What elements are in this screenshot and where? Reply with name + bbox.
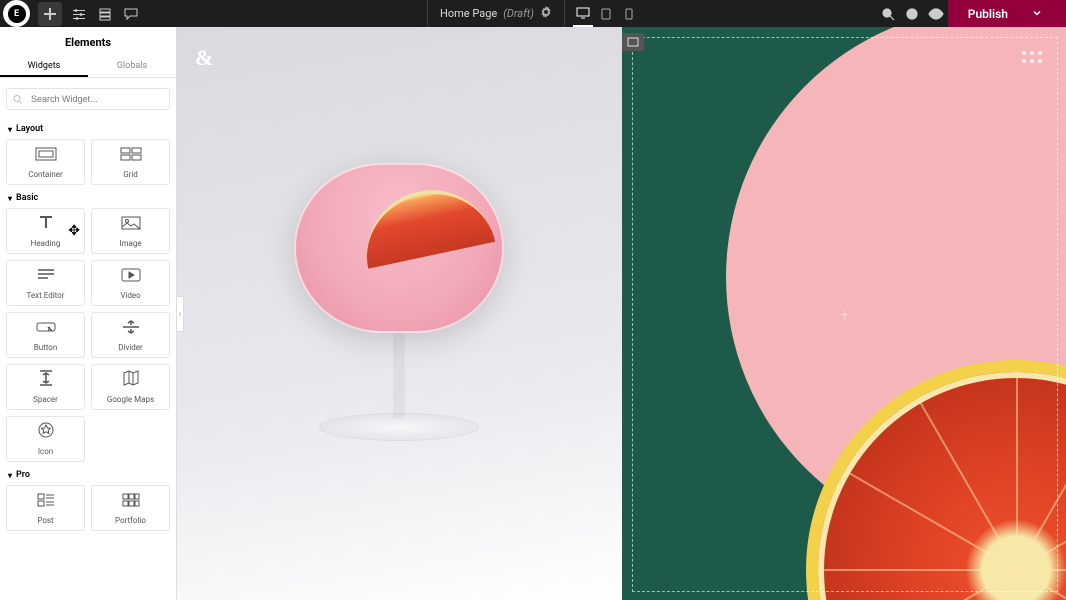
widget-button[interactable]: Button	[6, 312, 85, 358]
device-tablet[interactable]	[596, 0, 616, 27]
text-editor-icon	[37, 267, 55, 286]
spacer-icon	[39, 370, 53, 390]
comment-icon[interactable]	[119, 2, 143, 26]
tab-globals[interactable]: Globals	[88, 55, 176, 77]
responsive-tabs	[573, 0, 639, 27]
image-icon	[121, 215, 141, 234]
move-cursor-icon: ✥	[68, 223, 80, 239]
preview-icon[interactable]	[924, 2, 948, 26]
widget-video[interactable]: Video	[91, 260, 170, 306]
top-bar: E Home Page (Draft)	[0, 0, 1066, 27]
structure-icon[interactable]	[93, 2, 117, 26]
map-icon	[123, 370, 139, 390]
post-icon	[37, 492, 55, 511]
canvas-column-right[interactable]: +	[622, 27, 1066, 600]
drag-handle-icon[interactable]	[1022, 51, 1042, 63]
container-icon	[35, 146, 57, 165]
publish-label: Publish	[968, 7, 1008, 21]
search-icon[interactable]	[876, 2, 900, 26]
elements-panel: Elements Widgets Globals ▾ Layout Contai…	[0, 27, 177, 600]
cocktail-image	[294, 163, 504, 441]
caret-down-icon: ▾	[8, 125, 12, 134]
video-icon	[121, 267, 141, 286]
widget-text-editor[interactable]: Text Editor	[6, 260, 85, 306]
widget-google-maps[interactable]: Google Maps	[91, 364, 170, 410]
device-mobile[interactable]	[619, 0, 639, 27]
widget-container[interactable]: Container	[6, 139, 85, 185]
star-icon	[38, 422, 54, 442]
widget-spacer[interactable]: Spacer	[6, 364, 85, 410]
widget-grid[interactable]: Grid	[91, 139, 170, 185]
section-pro[interactable]: ▾ Pro	[6, 462, 170, 485]
app-logo[interactable]: E	[3, 0, 30, 27]
widget-heading[interactable]: Heading ✥	[6, 208, 85, 254]
heading-icon	[38, 214, 54, 234]
gear-icon[interactable]	[540, 6, 552, 21]
divider-icon	[122, 319, 140, 338]
publish-button[interactable]: Publish	[948, 0, 1066, 27]
widget-divider[interactable]: Divider	[91, 312, 170, 358]
widget-icon[interactable]: Icon	[6, 416, 85, 462]
button-icon	[36, 319, 56, 338]
page-status: (Draft)	[503, 7, 534, 20]
tab-widgets[interactable]: Widgets	[0, 55, 88, 77]
section-basic[interactable]: ▾ Basic	[6, 185, 170, 208]
page-title-box[interactable]: Home Page (Draft)	[427, 0, 565, 27]
search-icon	[13, 89, 23, 108]
settings-icon[interactable]	[67, 2, 91, 26]
canvas: ‹ &	[177, 27, 1066, 600]
panel-title: Elements	[0, 27, 176, 55]
add-element-button[interactable]	[38, 2, 62, 26]
add-icon[interactable]: +	[840, 305, 849, 324]
device-desktop[interactable]	[573, 0, 593, 27]
canvas-column-left[interactable]: &	[177, 27, 622, 600]
grid-icon	[120, 146, 142, 165]
page-title: Home Page	[440, 7, 497, 20]
portfolio-icon	[122, 492, 140, 511]
caret-down-icon: ▾	[8, 194, 12, 203]
grapefruit-slice-icon	[355, 178, 496, 269]
brand-logo: &	[195, 45, 213, 71]
collapse-panel-button[interactable]: ‹	[177, 296, 184, 332]
chevron-down-icon[interactable]	[1032, 7, 1042, 21]
search-input[interactable]	[6, 88, 170, 110]
caret-down-icon: ▾	[8, 471, 12, 480]
widget-portfolio[interactable]: Portfolio	[91, 485, 170, 531]
widget-image[interactable]: Image	[91, 208, 170, 254]
edit-section-handle[interactable]	[622, 33, 644, 51]
section-layout[interactable]: ▾ Layout	[6, 116, 170, 139]
widget-post[interactable]: Post	[6, 485, 85, 531]
drop-zone[interactable]: +	[632, 37, 1059, 592]
history-icon[interactable]	[900, 2, 924, 26]
